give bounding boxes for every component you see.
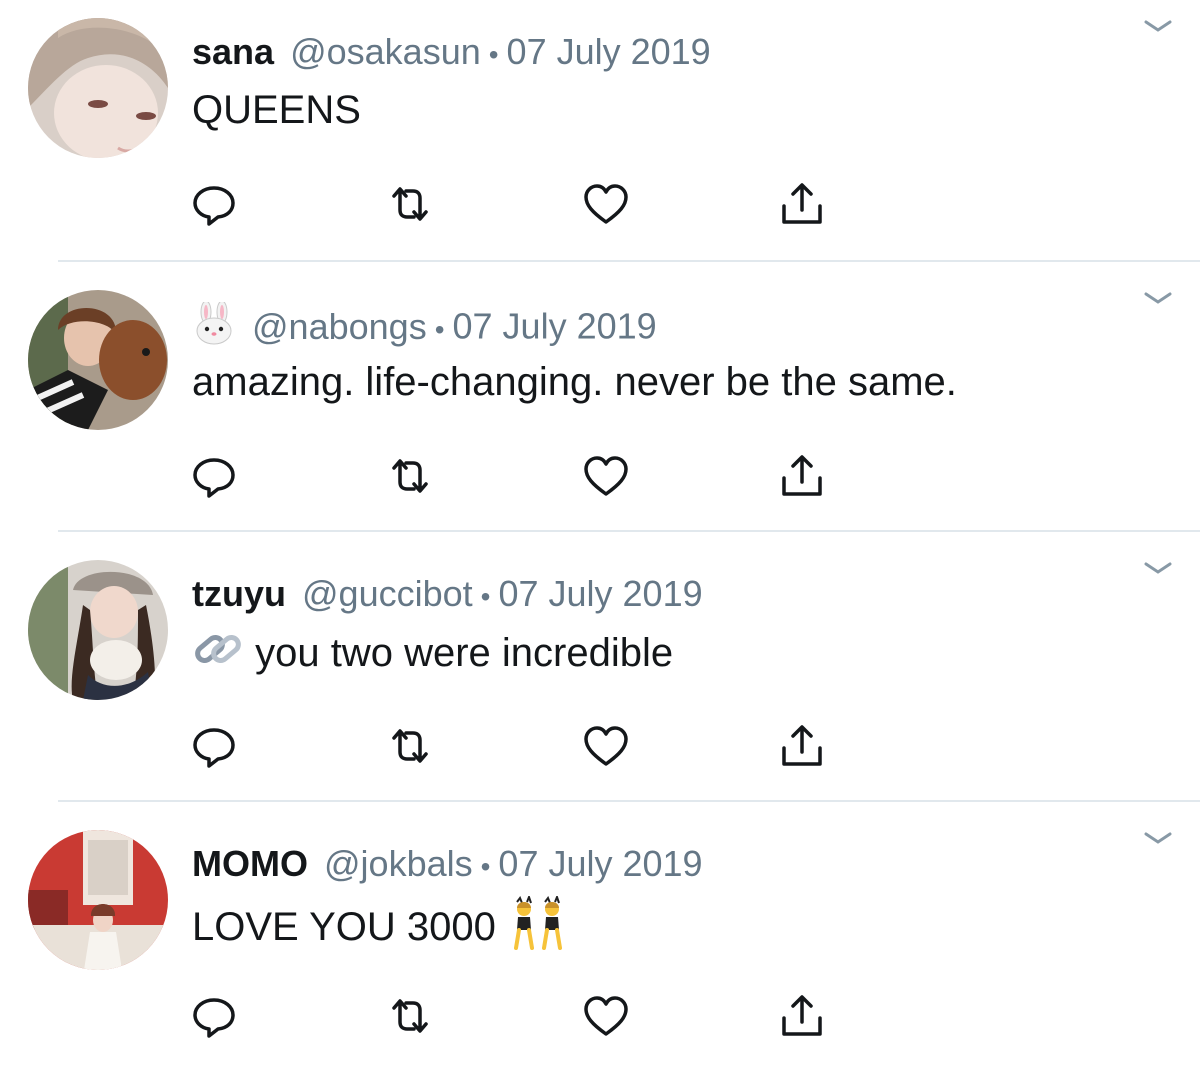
timestamp[interactable]: 07 July 2019: [453, 306, 657, 347]
avatar[interactable]: [28, 830, 168, 970]
separator: •: [488, 39, 499, 70]
share-icon[interactable]: [778, 452, 826, 500]
tweet-text: you two were incredible: [192, 626, 673, 685]
tweet[interactable]: @nabongs • 07 July 2019 amazing. life-chan…: [0, 272, 1200, 534]
tweet-text: QUEENS: [192, 88, 361, 132]
timestamp[interactable]: 07 July 2019: [498, 573, 702, 614]
rabbit-face-emoji: [192, 300, 236, 356]
share-icon[interactable]: [778, 992, 826, 1040]
dancers-emoji: [507, 894, 571, 963]
chevron-down-icon[interactable]: [1140, 556, 1176, 580]
chevron-down-icon[interactable]: [1140, 14, 1176, 38]
tweet-text-content: you two were incredible: [255, 631, 674, 676]
divider: [58, 530, 1200, 532]
tweet-header: MOMO @jokbals • 07 July 2019: [192, 842, 703, 889]
chevron-down-icon[interactable]: [1140, 826, 1176, 850]
like-icon[interactable]: [582, 992, 630, 1040]
tweet-actions: [190, 722, 850, 770]
divider: [58, 260, 1200, 262]
separator: •: [434, 313, 445, 345]
display-name[interactable]: MOMO: [192, 843, 308, 884]
handle[interactable]: @guccibot: [302, 573, 473, 614]
separator: •: [480, 581, 491, 612]
avatar[interactable]: [28, 18, 168, 158]
timestamp[interactable]: 07 July 2019: [507, 31, 711, 72]
retweet-icon[interactable]: [386, 180, 434, 228]
tweet-text: LOVE YOU 3000: [192, 894, 571, 963]
reply-icon[interactable]: [190, 452, 238, 500]
divider: [58, 800, 1200, 802]
like-icon[interactable]: [582, 722, 630, 770]
tweet-header: @nabongs • 07 July 2019: [192, 300, 657, 356]
retweet-icon[interactable]: [386, 452, 434, 500]
separator: •: [480, 851, 491, 882]
share-icon[interactable]: [778, 180, 826, 228]
tweet-actions: [190, 180, 850, 228]
tweet[interactable]: tzuyu @guccibot • 07 July 2019 you two wer…: [0, 542, 1200, 804]
retweet-icon[interactable]: [386, 992, 434, 1040]
avatar[interactable]: [28, 560, 168, 700]
handle[interactable]: @osakasun: [290, 31, 481, 72]
like-icon[interactable]: [582, 452, 630, 500]
retweet-icon[interactable]: [386, 722, 434, 770]
link-emoji: [192, 626, 244, 685]
handle[interactable]: @nabongs: [252, 306, 427, 347]
handle[interactable]: @jokbals: [324, 843, 473, 884]
chevron-down-icon[interactable]: [1140, 286, 1176, 310]
tweet-actions: [190, 992, 850, 1040]
tweet-header: tzuyu @guccibot • 07 July 2019: [192, 572, 703, 619]
tweet-text-content: LOVE YOU 3000: [192, 905, 496, 950]
tweet-actions: [190, 452, 850, 500]
display-name[interactable]: tzuyu: [192, 573, 286, 614]
reply-icon[interactable]: [190, 722, 238, 770]
like-icon[interactable]: [582, 180, 630, 228]
tweet-header: sana @osakasun • 07 July 2019: [192, 30, 711, 77]
tweet-text: amazing. life-changing. never be the sam…: [192, 360, 957, 404]
display-name[interactable]: sana: [192, 31, 274, 72]
timestamp[interactable]: 07 July 2019: [498, 843, 702, 884]
avatar[interactable]: [28, 290, 168, 430]
tweet[interactable]: MOMO @jokbals • 07 July 2019 LOVE YOU 3000: [0, 812, 1200, 1067]
reply-icon[interactable]: [190, 180, 238, 228]
share-icon[interactable]: [778, 722, 826, 770]
tweet[interactable]: sana @osakasun • 07 July 2019 QUEENS: [0, 0, 1200, 262]
reply-icon[interactable]: [190, 992, 238, 1040]
